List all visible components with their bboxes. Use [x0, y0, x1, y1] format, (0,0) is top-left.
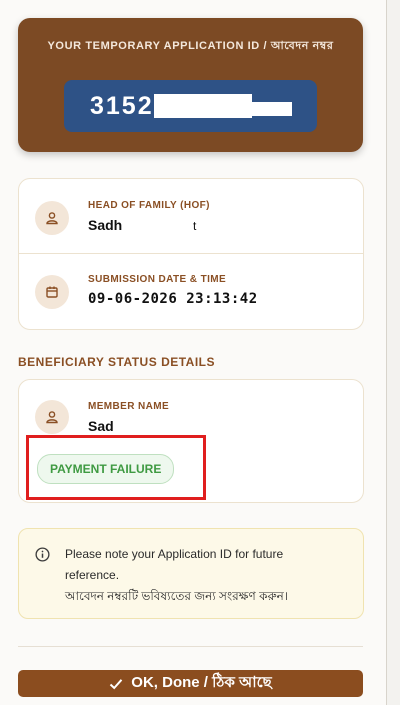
section-title: BENEFICIARY STATUS DETAILS [18, 355, 216, 369]
ok-done-button[interactable]: OK, Done / ঠিক আছে [18, 670, 363, 697]
submission-label: SUBMISSION DATE & TIME [88, 274, 227, 285]
note-text: Please note your Application ID for futu… [65, 544, 350, 607]
hof-name: Sadh [88, 217, 123, 233]
check-icon [110, 678, 123, 689]
reference-note: Please note your Application ID for futu… [18, 528, 364, 619]
application-id-card: YOUR TEMPORARY APPLICATION ID / আবেদন নম… [18, 18, 363, 152]
submission-datetime: 09-06-2026 23:13:42 [88, 291, 258, 307]
application-id-box: 3152 [64, 80, 317, 132]
redaction-mark [154, 94, 252, 118]
person-icon [35, 201, 69, 235]
hof-label: HEAD OF FAMILY (HOF) [88, 200, 210, 211]
member-name-label: MEMBER NAME [88, 401, 170, 412]
note-line-bengali: আবেদন নম্বরটি ভবিষ্যতের জন্য সংরক্ষণ করু… [65, 589, 289, 603]
hof-name-trailing: t [193, 219, 197, 233]
note-line-english-cont: reference. [65, 568, 120, 582]
member-name: Sad [88, 418, 114, 434]
application-id-label: YOUR TEMPORARY APPLICATION ID / আবেদন নম… [47, 40, 334, 52]
scroll-gutter[interactable] [387, 0, 400, 705]
redaction-mark [252, 102, 292, 116]
divider [19, 253, 363, 254]
application-id-value: 3152 [90, 92, 154, 120]
highlight-annotation [26, 435, 206, 500]
info-icon [35, 547, 50, 567]
calendar-icon [35, 275, 69, 309]
footer-divider [18, 646, 363, 647]
application-info-card: HEAD OF FAMILY (HOF) Sadh t SUBMISSION D… [18, 178, 364, 330]
note-line-english: Please note your Application ID for futu… [65, 547, 284, 561]
person-icon [35, 400, 69, 434]
ok-done-label: OK, Done / ঠিক আছে [131, 674, 272, 691]
